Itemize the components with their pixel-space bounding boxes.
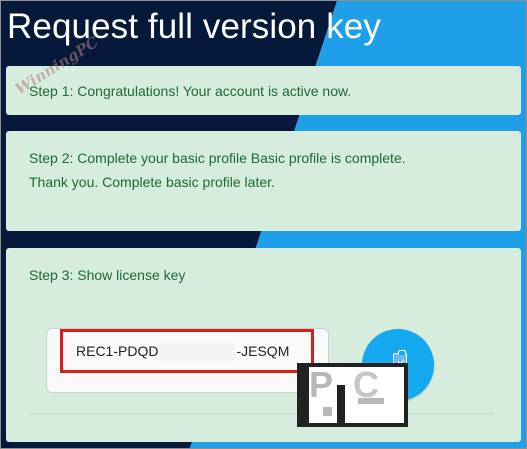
resize-handle-icon[interactable] bbox=[316, 380, 324, 388]
step-3-text: Step 3: Show license key bbox=[29, 267, 186, 283]
license-key-value: REC1-PDQD -JESQM bbox=[76, 339, 289, 363]
license-key-redaction bbox=[159, 343, 236, 362]
request-full-version-key-panel: Request full version key Step 1: Congrat… bbox=[0, 0, 527, 449]
page-title: Request full version key bbox=[7, 7, 381, 46]
step-1-card: Step 1: Congratulations! Your account is… bbox=[6, 66, 521, 115]
clipboard-check-icon bbox=[393, 350, 407, 371]
step-2-card: Step 2: Complete your basic profile Basi… bbox=[6, 131, 521, 231]
license-key-prefix: REC1-PDQD bbox=[76, 343, 159, 359]
step-1-text: Step 1: Congratulations! Your account is… bbox=[29, 83, 352, 99]
step-2-line-2: Thank you. Complete basic profile later. bbox=[29, 174, 275, 190]
card-divider bbox=[30, 413, 494, 414]
step-2-line-1: Step 2: Complete your basic profile Basi… bbox=[29, 150, 406, 166]
license-key-suffix: -JESQM bbox=[236, 343, 290, 359]
